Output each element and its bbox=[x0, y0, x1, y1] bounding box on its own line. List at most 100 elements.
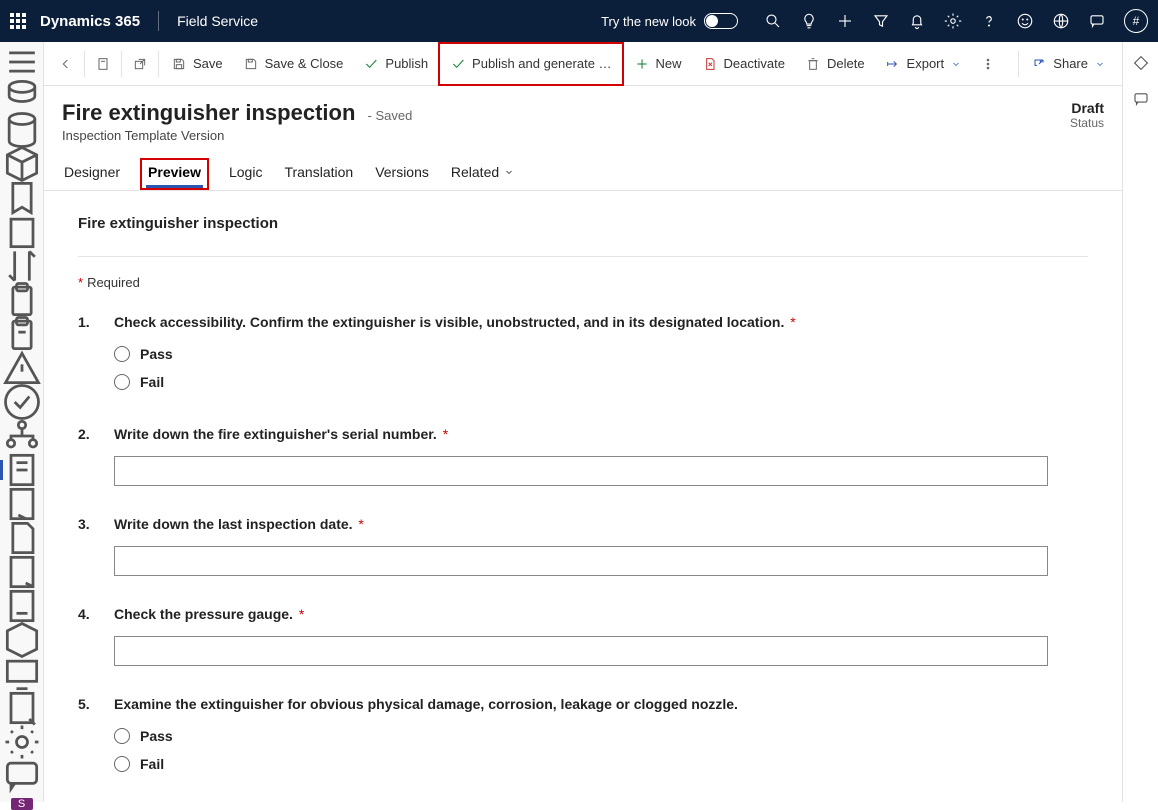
save-button[interactable]: Save bbox=[161, 42, 233, 86]
radio-icon[interactable] bbox=[114, 728, 130, 744]
app-name: Field Service bbox=[177, 13, 258, 29]
toggle-switch[interactable] bbox=[704, 13, 738, 29]
status-value: Draft bbox=[1070, 100, 1104, 116]
account-icon[interactable]: # bbox=[1124, 9, 1148, 33]
area-switcher-badge[interactable]: S bbox=[11, 798, 33, 810]
question-text: Write down the last inspection date. * bbox=[114, 516, 1088, 532]
new-button[interactable]: New bbox=[624, 42, 692, 86]
question-number: 3. bbox=[78, 516, 114, 576]
question: 3.Write down the last inspection date. * bbox=[78, 516, 1088, 576]
nav-doc-plus-icon[interactable] bbox=[0, 696, 44, 720]
nav-sort-icon[interactable] bbox=[0, 254, 44, 278]
radio-option[interactable]: Fail bbox=[114, 368, 1088, 396]
tab-versions[interactable]: Versions bbox=[373, 158, 431, 190]
overflow-menu-icon[interactable] bbox=[972, 42, 1004, 86]
radio-option[interactable]: Pass bbox=[114, 722, 1088, 750]
nav-doc-line-icon[interactable] bbox=[0, 594, 44, 618]
bell-icon[interactable] bbox=[908, 12, 926, 30]
nav-org-icon[interactable] bbox=[0, 424, 44, 448]
radio-icon[interactable] bbox=[114, 346, 130, 362]
text-input[interactable] bbox=[114, 546, 1048, 576]
question-number: 2. bbox=[78, 426, 114, 486]
copilot-icon[interactable] bbox=[1132, 54, 1150, 72]
main-area: Save Save & Close Publish Publish and ge… bbox=[44, 42, 1122, 802]
brand-label: Dynamics 365 bbox=[40, 13, 140, 30]
emoji-icon[interactable] bbox=[1016, 12, 1034, 30]
tab-preview[interactable]: Preview bbox=[140, 158, 209, 190]
form-selector-icon[interactable] bbox=[87, 42, 119, 86]
lightbulb-icon[interactable] bbox=[800, 12, 818, 30]
question: 5.Examine the extinguisher for obvious p… bbox=[78, 696, 1088, 778]
global-nav-bar: Dynamics 365 Field Service Try the new l… bbox=[0, 0, 1158, 42]
radio-label: Fail bbox=[140, 374, 164, 390]
radio-option[interactable]: Pass bbox=[114, 340, 1088, 368]
publish-generate-button[interactable]: Publish and generate … bbox=[438, 42, 623, 86]
nav-stack-icon[interactable] bbox=[0, 84, 44, 108]
right-pane-rail bbox=[1122, 42, 1158, 802]
radio-icon[interactable] bbox=[114, 374, 130, 390]
nav-form-icon[interactable] bbox=[0, 458, 44, 482]
nav-hamburger-icon[interactable] bbox=[0, 50, 44, 74]
radio-option[interactable]: Fail bbox=[114, 750, 1088, 778]
radio-label: Pass bbox=[140, 346, 173, 362]
nav-settings-icon[interactable] bbox=[0, 730, 44, 754]
record-title: Fire extinguisher inspection - Saved bbox=[62, 100, 412, 125]
deactivate-button[interactable]: Deactivate bbox=[692, 42, 795, 86]
question-text: Examine the extinguisher for obvious phy… bbox=[114, 696, 1088, 712]
filter-icon[interactable] bbox=[872, 12, 890, 30]
chat-icon[interactable] bbox=[1088, 12, 1106, 30]
question-text: Check accessibility. Confirm the extingu… bbox=[114, 314, 1088, 330]
tab-logic[interactable]: Logic bbox=[227, 158, 264, 190]
status-label: Status bbox=[1070, 116, 1104, 130]
search-icon[interactable] bbox=[764, 12, 782, 30]
delete-button[interactable]: Delete bbox=[795, 42, 875, 86]
saved-indicator: - Saved bbox=[368, 108, 413, 123]
question: 4.Check the pressure gauge. * bbox=[78, 606, 1088, 666]
radio-label: Pass bbox=[140, 728, 173, 744]
required-legend: *Required bbox=[78, 275, 1088, 290]
help-icon[interactable] bbox=[980, 12, 998, 30]
text-input[interactable] bbox=[114, 456, 1048, 486]
question-number: 1. bbox=[78, 314, 114, 396]
teams-chat-icon[interactable] bbox=[1132, 90, 1150, 108]
question-number: 4. bbox=[78, 606, 114, 666]
nav-warning-icon[interactable] bbox=[0, 356, 44, 380]
tab-translation[interactable]: Translation bbox=[282, 158, 355, 190]
nav-doc-out-icon[interactable] bbox=[0, 560, 44, 584]
gear-icon[interactable] bbox=[944, 12, 962, 30]
tab-related[interactable]: Related bbox=[449, 158, 517, 190]
question-number: 5. bbox=[78, 696, 114, 778]
nav-box-icon[interactable] bbox=[0, 152, 44, 176]
export-button[interactable]: Export bbox=[875, 42, 973, 86]
command-bar: Save Save & Close Publish Publish and ge… bbox=[44, 42, 1122, 86]
save-close-button[interactable]: Save & Close bbox=[233, 42, 354, 86]
add-icon[interactable] bbox=[836, 12, 854, 30]
back-button[interactable] bbox=[50, 42, 82, 86]
open-new-icon[interactable] bbox=[124, 42, 156, 86]
form-tabs: Designer Preview Logic Translation Versi… bbox=[44, 148, 1122, 191]
nav-doc-arrow-icon[interactable] bbox=[0, 492, 44, 516]
nav-bookmark-icon[interactable] bbox=[0, 186, 44, 210]
nav-comment-icon[interactable] bbox=[0, 764, 44, 788]
text-input[interactable] bbox=[114, 636, 1048, 666]
radio-icon[interactable] bbox=[114, 756, 130, 772]
question-text: Write down the fire extinguisher's seria… bbox=[114, 426, 1088, 442]
app-launcher-icon[interactable] bbox=[10, 13, 26, 29]
nav-page-icon[interactable] bbox=[0, 526, 44, 550]
nav-package-icon[interactable] bbox=[0, 628, 44, 652]
publish-button[interactable]: Publish bbox=[353, 42, 438, 86]
tab-designer[interactable]: Designer bbox=[62, 158, 122, 190]
nav-check-circle-icon[interactable] bbox=[0, 390, 44, 414]
nav-monitor-icon[interactable] bbox=[0, 662, 44, 686]
record-entity: Inspection Template Version bbox=[62, 128, 412, 143]
nav-building-icon[interactable] bbox=[0, 220, 44, 244]
nav-clipboard2-icon[interactable] bbox=[0, 322, 44, 346]
question: 1.Check accessibility. Confirm the extin… bbox=[78, 314, 1088, 396]
share-button[interactable]: Share bbox=[1021, 42, 1116, 86]
radio-label: Fail bbox=[140, 756, 164, 772]
try-new-look-toggle[interactable]: Try the new look bbox=[601, 13, 738, 29]
nav-database-icon[interactable] bbox=[0, 118, 44, 142]
globe-icon[interactable] bbox=[1052, 12, 1070, 30]
nav-clipboard-icon[interactable] bbox=[0, 288, 44, 312]
record-header: Fire extinguisher inspection - Saved Ins… bbox=[44, 86, 1122, 148]
